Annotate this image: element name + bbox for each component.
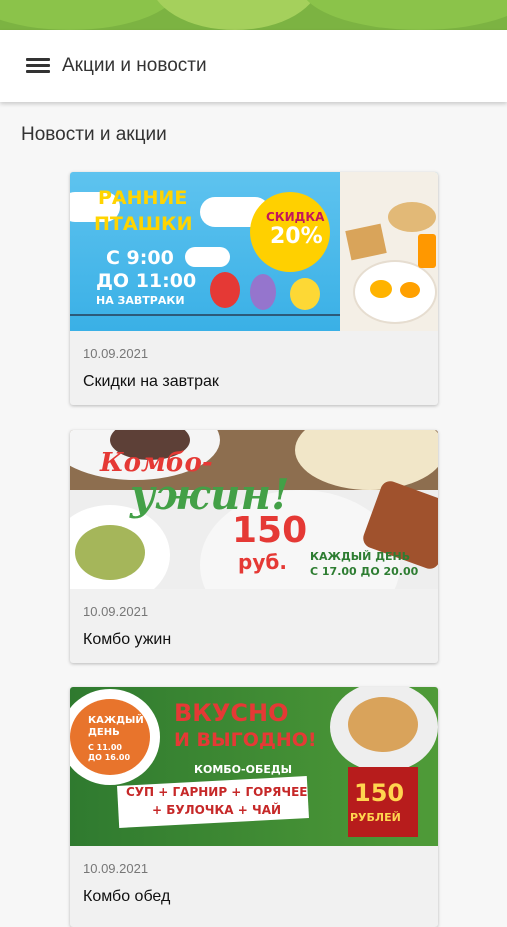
- news-card-breakfast[interactable]: СКИДКА 20% РАННИЕ ПТАШКИ С 9:00 ДО 11:00…: [70, 172, 438, 405]
- combo-lunch-banner-image: КАЖДЫЙ ДЕНЬ С 11.00 ДО 16.00 ВКУСНО И ВЫ…: [70, 687, 438, 846]
- banner-menu: СУП + ГАРНИР + ГОРЯЧЕЕ: [126, 785, 308, 799]
- combo-dinner-banner-image: Комбо- ужин! 150 руб. КАЖДЫЙ ДЕНЬ С 17.0…: [70, 430, 438, 589]
- banner-price: 150: [354, 779, 405, 807]
- banner-price-unit: РУБЛЕЙ: [350, 811, 401, 824]
- hamburger-menu-icon[interactable]: [26, 54, 56, 78]
- banner-hours: ДО 16.00: [88, 753, 131, 762]
- news-card-combo-lunch[interactable]: КАЖДЫЙ ДЕНЬ С 11.00 ДО 16.00 ВКУСНО И ВЫ…: [70, 687, 438, 927]
- bird-icon: [250, 274, 276, 310]
- banner-hours: С 11.00: [88, 743, 122, 752]
- banner-menu: + БУЛОЧКА + ЧАЙ: [152, 803, 282, 817]
- banner-schedule: С 17.00 ДО 20.00: [310, 565, 419, 578]
- bird-icon: [210, 272, 240, 308]
- card-title: Скидки на завтрак: [83, 373, 219, 390]
- app-bar-title: Акции и новости: [62, 55, 207, 76]
- breakfast-banner-image: СКИДКА 20% РАННИЕ ПТАШКИ С 9:00 ДО 11:00…: [70, 172, 438, 331]
- banner-price-unit: руб.: [238, 550, 287, 574]
- card-date: 10.09.2021: [83, 604, 149, 619]
- status-bar-decoration: [0, 0, 507, 30]
- banner-subtitle: КОМБО-ОБЕДЫ: [194, 763, 293, 776]
- card-title: Комбо ужин: [83, 631, 172, 648]
- banner-time: ДО 11:00: [96, 270, 197, 292]
- badge-value: 20%: [270, 224, 323, 249]
- banner-day: КАЖДЫЙ: [88, 715, 144, 726]
- banner-price: 150: [232, 510, 308, 551]
- badge-label: СКИДКА: [266, 210, 325, 224]
- banner-headline: ПТАШКИ: [94, 213, 193, 235]
- news-card-combo-dinner[interactable]: Комбо- ужин! 150 руб. КАЖДЫЙ ДЕНЬ С 17.0…: [70, 430, 438, 663]
- section-title: Новости и акции: [21, 124, 167, 145]
- banner-headline: РАННИЕ: [98, 187, 188, 209]
- banner-day: ДЕНЬ: [88, 727, 120, 738]
- banner-headline: И ВЫГОДНО!: [174, 729, 317, 751]
- banner-headline: ВКУСНО: [174, 699, 289, 727]
- card-date: 10.09.2021: [83, 861, 149, 876]
- banner-subtitle: НА ЗАВТРАКИ: [96, 294, 185, 307]
- banner-time: С 9:00: [106, 247, 174, 269]
- card-title: Комбо обед: [83, 888, 171, 905]
- app-bar: Акции и новости: [0, 30, 507, 102]
- banner-schedule: КАЖДЫЙ ДЕНЬ: [310, 550, 411, 563]
- bird-icon: [290, 278, 320, 310]
- card-date: 10.09.2021: [83, 346, 149, 361]
